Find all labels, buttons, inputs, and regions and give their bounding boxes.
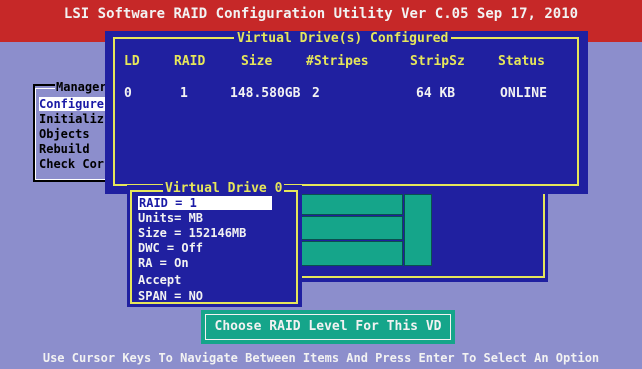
- vd0-option-dwc[interactable]: DWC = Off: [138, 241, 203, 255]
- array-cell: [300, 216, 403, 240]
- vd0-option-size[interactable]: Size = 152146MB: [138, 226, 246, 240]
- prompt-text: Choose RAID Level For This VD: [205, 314, 451, 340]
- row-0-stripsz: 64 KB: [416, 86, 456, 101]
- row-0-raid: 1: [180, 86, 188, 101]
- menu-item-configure[interactable]: Configure: [39, 97, 109, 111]
- array-cell: [404, 194, 432, 266]
- management-menu-title: Manager: [55, 80, 108, 94]
- row-0-ld: 0: [124, 86, 132, 101]
- row-0-status: ONLINE: [500, 86, 547, 101]
- app-title: LSI Software RAID Configuration Utility …: [63, 6, 579, 22]
- menu-item-check-consistency[interactable]: Check Cor: [39, 157, 109, 171]
- vd0-option-units[interactable]: Units= MB: [138, 211, 203, 225]
- vd0-option-ra[interactable]: RA = On: [138, 256, 189, 270]
- column-header-stripes: #Stripes: [306, 54, 369, 69]
- status-bar: Use Cursor Keys To Navigate Between Item…: [0, 348, 642, 369]
- vd0-option-accept[interactable]: Accept: [138, 273, 181, 287]
- menu-item-objects[interactable]: Objects: [39, 127, 109, 141]
- column-header-raid: RAID: [174, 54, 206, 69]
- row-0-stripes: 2: [312, 86, 320, 101]
- row-0-size: 148.580GB: [230, 86, 301, 101]
- vd-configured-title: Virtual Drive(s) Configured: [234, 31, 452, 46]
- menu-item-rebuild[interactable]: Rebuild: [39, 142, 109, 156]
- column-header-size: Size: [241, 54, 273, 69]
- vd0-option-raid[interactable]: RAID = 1: [138, 196, 272, 210]
- array-cell: [300, 194, 403, 215]
- column-header-status: Status: [498, 54, 545, 69]
- column-header-stripsz: StripSz: [410, 54, 465, 69]
- menu-item-initialize[interactable]: Initializ: [39, 112, 109, 126]
- status-bar-text: Use Cursor Keys To Navigate Between Item…: [42, 351, 600, 365]
- array-cell: [300, 241, 403, 266]
- vd0-option-span[interactable]: SPAN = NO: [138, 289, 203, 303]
- column-header-ld: LD: [124, 54, 140, 69]
- vd0-menu-title: Virtual Drive 0: [163, 181, 285, 196]
